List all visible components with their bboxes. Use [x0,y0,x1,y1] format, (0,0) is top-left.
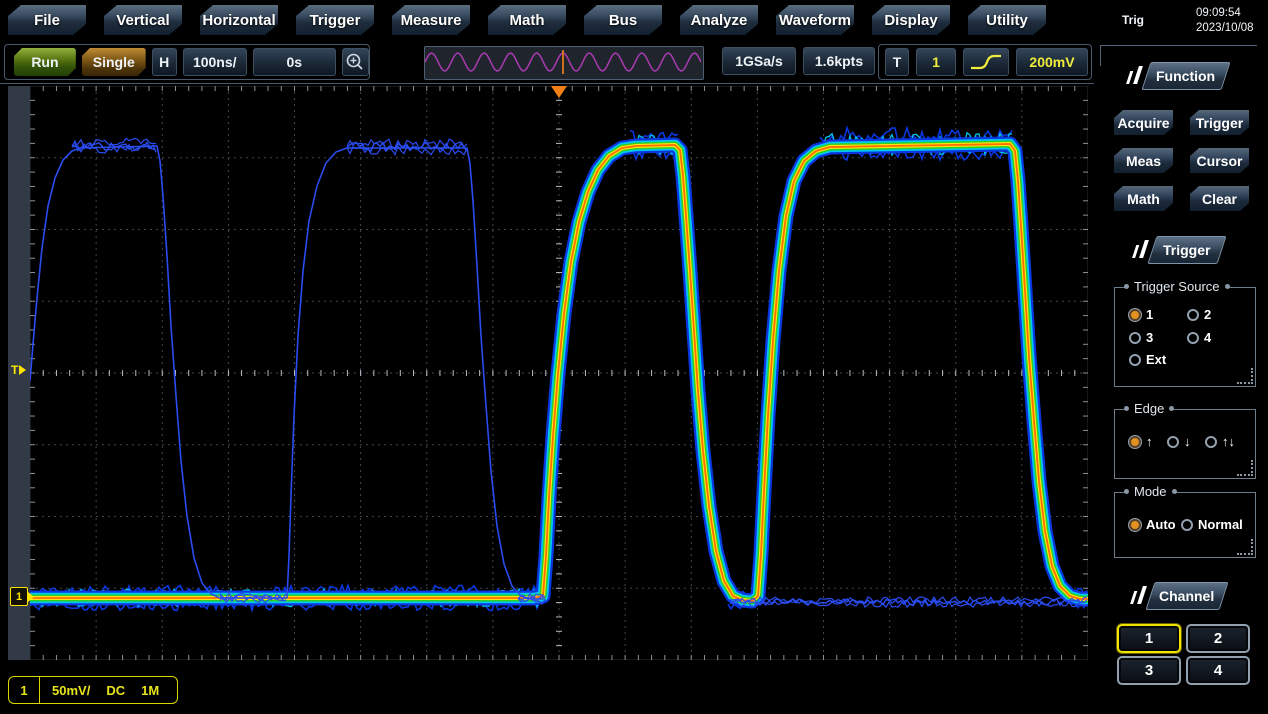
function-acquire-button[interactable]: Acquire [1114,110,1173,135]
function-cursor-button[interactable]: Cursor [1190,148,1249,173]
trigger-level-arrow-icon [19,365,26,375]
channel1-info-box[interactable]: 1 50mV/ DC 1M [8,676,178,704]
function-clear-button[interactable]: Clear [1190,186,1249,211]
group-grip-icon [1237,460,1253,476]
trigger-source-button[interactable]: 1 [916,48,956,76]
acquisition-toolbar-group: Run Single H 100ns/ 0s [4,44,370,80]
trigger-mode-group-label: Mode [1127,484,1174,499]
menu-file[interactable]: File [8,5,86,35]
toolbar-separator [0,83,1094,84]
time-label: 09:09:54 [1196,6,1262,21]
menu-trigger[interactable]: Trigger [296,5,374,35]
edge-falling-radio[interactable]: ↓ [1167,434,1191,449]
graticule-svg[interactable] [30,86,1088,660]
menu-utility[interactable]: Utility [968,5,1046,35]
channel1-number: 1 [9,677,40,703]
channel-section-header[interactable]: Channel [1145,582,1228,610]
trigger-source-3-radio[interactable]: 3 [1129,330,1153,345]
sample-rate-button[interactable]: 1GSa/s [722,47,796,75]
trigger-toolbar-group: T 1 200mV [878,44,1092,80]
trigger-source-group: Trigger Source 1 2 3 4 Ext [1114,287,1256,387]
channel1-offset-marker[interactable]: 1 [10,587,34,606]
trigger-edge-group: Edge ↑ ↓ ↑↓ [1114,409,1256,479]
trigger-source-1-radio[interactable]: 1 [1129,307,1153,322]
trigger-level-button[interactable]: 200mV [1016,48,1088,76]
function-meas-button[interactable]: Meas [1114,148,1173,173]
menu-analyze[interactable]: Analyze [680,5,758,35]
channel-1-button[interactable]: 1 [1117,624,1181,653]
trigger-level-marker-label: T [11,363,18,377]
menu-bus[interactable]: Bus [584,5,662,35]
channel-2-button[interactable]: 2 [1186,624,1250,653]
rising-edge-icon [968,50,1004,74]
run-button[interactable]: Run [14,48,76,76]
group-grip-icon [1237,368,1253,384]
function-section-header[interactable]: Function [1141,62,1230,90]
menu-display[interactable]: Display [872,5,950,35]
date-label: 2023/10/08 [1196,21,1262,36]
channel-3-button[interactable]: 3 [1117,656,1181,685]
trigger-t-button[interactable]: T [885,48,909,76]
zoom-button[interactable] [342,48,369,76]
clock: 09:09:54 2023/10/08 [1196,6,1262,36]
oscilloscope-screen: File Vertical Horizontal Trigger Measure… [0,0,1268,714]
channel1-marker-arrow-icon [28,592,34,602]
mode-auto-radio[interactable]: Auto [1129,517,1176,532]
function-header-flash-icon [1133,66,1143,84]
waveform-preview-svg [425,47,701,77]
trigger-edge-group-label: Edge [1127,401,1171,416]
menu-measure[interactable]: Measure [392,5,470,35]
menu-waveform[interactable]: Waveform [776,5,854,35]
single-button[interactable]: Single [82,48,146,76]
edge-rising-radio[interactable]: ↑ [1129,434,1153,449]
trigger-status-label: Trig [1122,13,1144,27]
trigger-mode-group: Mode Auto Normal [1114,492,1256,558]
menu-horizontal[interactable]: Horizontal [200,5,278,35]
channel1-marker-label: 1 [10,587,28,606]
function-trigger-button[interactable]: Trigger [1190,110,1249,135]
trigger-section-header[interactable]: Trigger [1147,236,1226,264]
waveform-display-area[interactable]: T 1 [8,86,1088,674]
menubar: File Vertical Horizontal Trigger Measure… [8,5,1046,35]
waveform-preview[interactable] [424,46,704,80]
trigger-level-marker[interactable]: T [11,363,26,377]
horizontal-h-button[interactable]: H [152,48,177,76]
menu-vertical[interactable]: Vertical [104,5,182,35]
channel-4-button[interactable]: 4 [1186,656,1250,685]
mode-normal-radio[interactable]: Normal [1181,517,1243,532]
timebase-button[interactable]: 100ns/ [183,48,247,76]
trigger-source-group-label: Trigger Source [1127,279,1227,294]
group-grip-icon [1237,539,1253,555]
edge-either-radio[interactable]: ↑↓ [1205,434,1235,449]
magnifier-plus-icon [345,52,365,72]
trigger-slope-button[interactable] [963,48,1009,76]
horizontal-offset-button[interactable]: 0s [253,48,336,76]
trigger-header-flash-icon [1139,240,1149,258]
channel1-scale: 50mV/ [52,683,90,698]
trigger-source-2-radio[interactable]: 2 [1187,307,1211,322]
trigger-source-4-radio[interactable]: 4 [1187,330,1211,345]
channel-header-flash-icon [1137,586,1147,604]
trigger-source-ext-radio[interactable]: Ext [1129,352,1166,367]
channel1-coupling: DC [106,683,125,698]
function-math-button[interactable]: Math [1114,186,1173,211]
memory-depth-button[interactable]: 1.6kpts [803,47,875,75]
menu-math[interactable]: Math [488,5,566,35]
channel1-impedance: 1M [141,683,159,698]
